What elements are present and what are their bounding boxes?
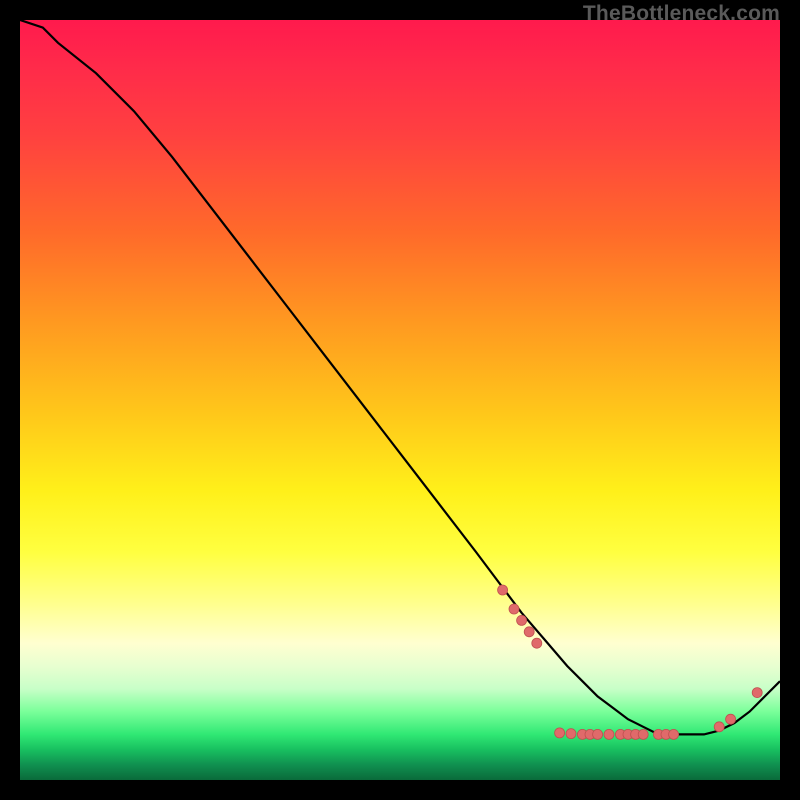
curve-marker xyxy=(517,615,527,625)
curve-marker xyxy=(532,638,542,648)
curve-marker xyxy=(524,627,534,637)
curve-marker xyxy=(509,604,519,614)
curve-marker xyxy=(726,714,736,724)
curve-marker xyxy=(638,729,648,739)
chart-stage: TheBottleneck.com xyxy=(0,0,800,800)
curve-marker xyxy=(593,729,603,739)
curve-marker xyxy=(714,722,724,732)
curve-marker xyxy=(604,729,614,739)
curve-marker xyxy=(566,729,576,739)
curve-marker xyxy=(498,585,508,595)
curve-marker xyxy=(555,728,565,738)
curve-svg xyxy=(20,20,780,780)
curve-markers xyxy=(498,585,763,739)
curve-marker xyxy=(669,729,679,739)
curve-marker xyxy=(752,688,762,698)
plot-area xyxy=(20,20,780,780)
bottleneck-curve xyxy=(20,20,780,734)
